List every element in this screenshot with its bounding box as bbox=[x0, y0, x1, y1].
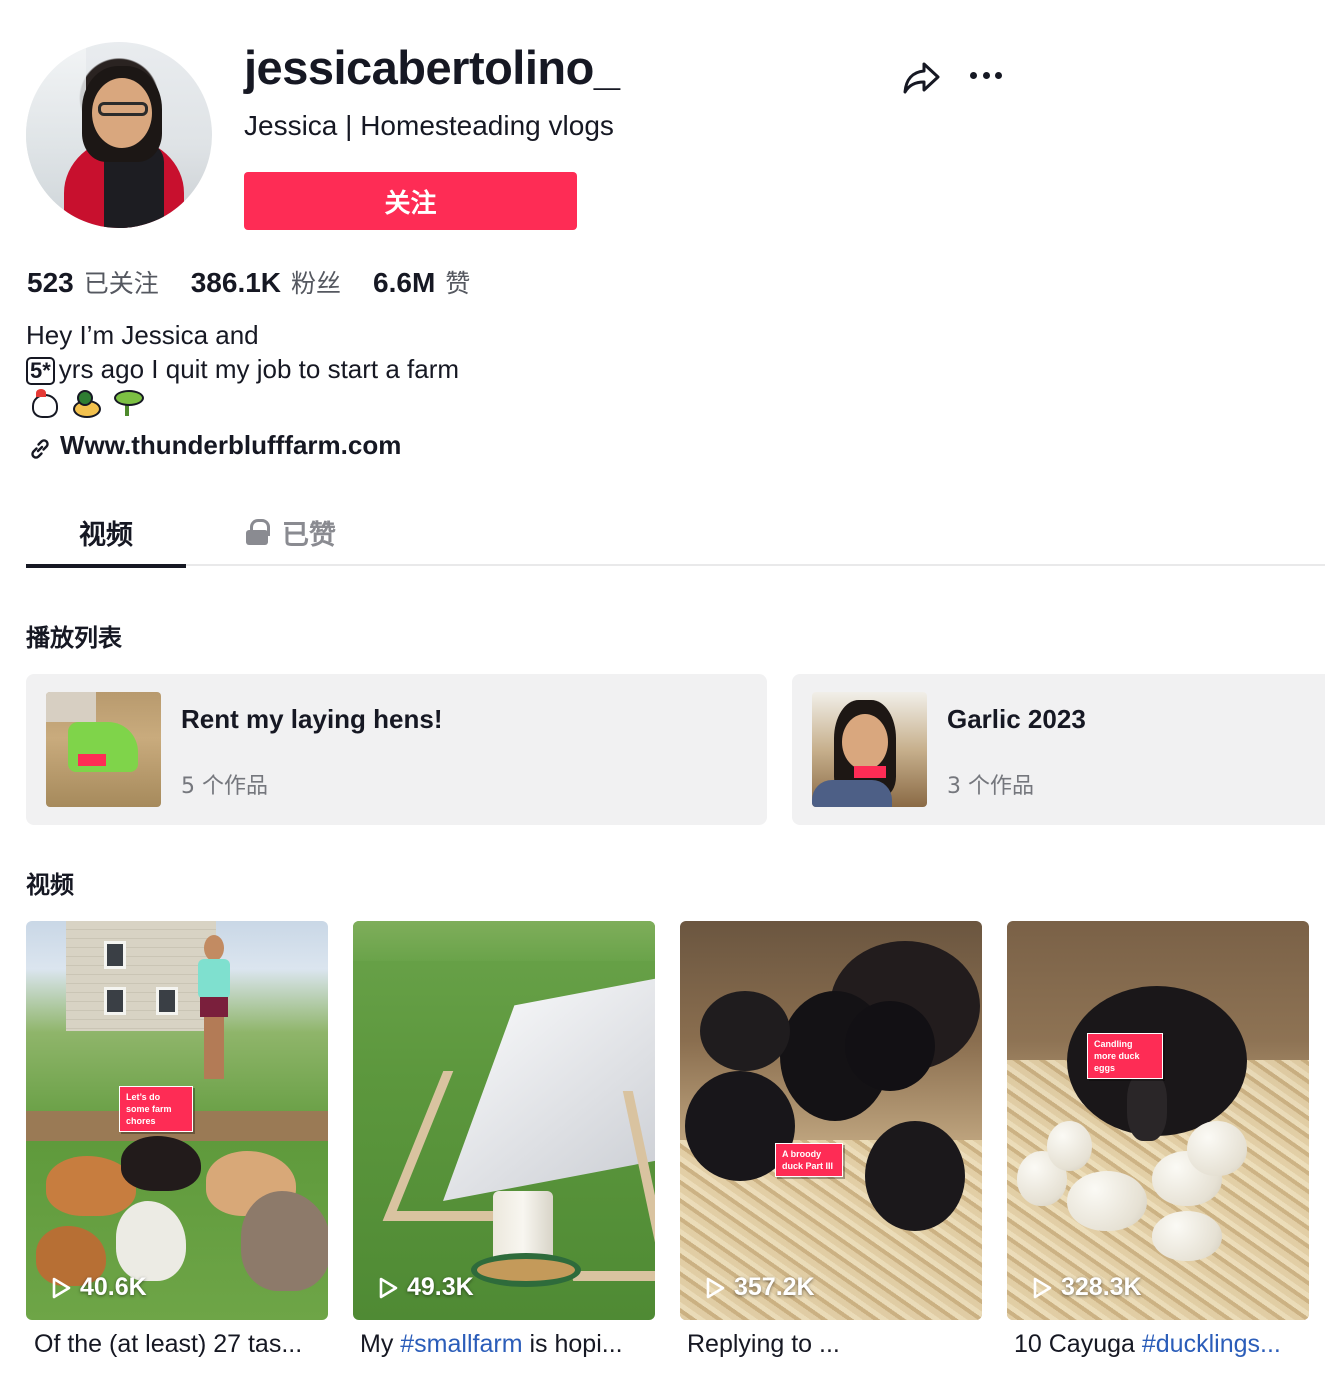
video-caption[interactable]: My #smallfarm is hopi... bbox=[360, 1330, 662, 1359]
video-caption[interactable]: Replying to ... bbox=[687, 1330, 989, 1359]
profile-tabs: 视频 已赞 bbox=[26, 498, 1325, 568]
play-icon bbox=[1033, 1277, 1052, 1298]
view-count: 49.3K bbox=[377, 1273, 474, 1302]
profile-stats: 523 已关注 386.1K 粉丝 6.6M 赞 bbox=[27, 264, 502, 300]
play-icon bbox=[52, 1277, 71, 1298]
view-count: 40.6K bbox=[50, 1273, 147, 1302]
video-caption-text: My bbox=[360, 1330, 401, 1358]
following-label: 已关注 bbox=[83, 269, 159, 298]
share-icon[interactable] bbox=[902, 58, 942, 96]
playlist-title: Rent my laying hens! bbox=[181, 704, 443, 734]
more-options-icon[interactable] bbox=[966, 60, 1006, 90]
playlist-count: 5 个作品 bbox=[181, 774, 268, 799]
tab-videos[interactable]: 视频 bbox=[26, 498, 186, 568]
video-caption-text: 10 Cayuga bbox=[1014, 1330, 1142, 1358]
playlists-heading: 播放列表 bbox=[26, 624, 122, 652]
hashtag-link[interactable]: #smallfarm bbox=[400, 1330, 522, 1358]
link-text: Www.thunderblufffarm.com bbox=[60, 430, 402, 460]
followers-label: 粉丝 bbox=[291, 269, 342, 298]
view-count-text: 40.6K bbox=[80, 1273, 147, 1301]
video-thumbnail[interactable]: A broody duck Part III 357.2K bbox=[680, 921, 982, 1320]
tab-liked-label: 已赞 bbox=[282, 519, 336, 551]
view-count: 328.3K bbox=[1031, 1273, 1142, 1302]
following-count: 523 bbox=[27, 267, 74, 298]
lock-icon bbox=[246, 519, 270, 545]
following-stat[interactable]: 523 已关注 bbox=[27, 264, 159, 300]
video-thumbnail[interactable]: Let’s do some farm chores 40.6K bbox=[26, 921, 328, 1320]
chicken-icon bbox=[28, 388, 58, 418]
playlist-thumbnail bbox=[812, 692, 927, 807]
likes-count: 6.6M bbox=[373, 267, 436, 298]
bio-line-2-text: yrs ago I quit my job to start a farm bbox=[58, 354, 460, 384]
video-caption-text: Of the (at least) 27 tas... bbox=[34, 1330, 303, 1358]
bio: Hey I’m Jessica and 5* yrs ago I quit my … bbox=[26, 318, 459, 386]
video-thumbnail[interactable]: 49.3K bbox=[353, 921, 655, 1320]
likes-label: 赞 bbox=[445, 269, 471, 298]
link-icon bbox=[31, 438, 49, 459]
keycap-five: 5* bbox=[26, 357, 55, 385]
bio-link[interactable]: Www.thunderblufffarm.com bbox=[28, 430, 401, 461]
playlist-title: Garlic 2023 bbox=[947, 704, 1086, 734]
tab-liked[interactable]: 已赞 bbox=[236, 498, 346, 566]
video-caption[interactable]: Of the (at least) 27 tas... bbox=[34, 1330, 336, 1359]
followers-count: 386.1K bbox=[190, 267, 282, 298]
bio-line-1: Hey I’m Jessica and bbox=[26, 320, 259, 350]
video-overlay-text: A broody duck Part III bbox=[775, 1143, 843, 1177]
follow-button[interactable]: 关注 bbox=[244, 172, 577, 230]
playlist-card[interactable]: Garlic 2023 3 个作品 bbox=[792, 674, 1325, 825]
view-count: 357.2K bbox=[704, 1273, 815, 1302]
video-thumbnail[interactable]: Candling more duck eggs 328.3K bbox=[1007, 921, 1309, 1320]
play-icon bbox=[379, 1277, 398, 1298]
video-overlay-text: Candling more duck eggs bbox=[1087, 1033, 1163, 1079]
nickname: Jessica | Homesteading vlogs bbox=[244, 110, 614, 141]
sprout-icon bbox=[112, 388, 144, 418]
avatar[interactable] bbox=[26, 42, 212, 228]
video-caption-text: is hopi... bbox=[522, 1330, 623, 1358]
hashtag-link[interactable]: #ducklings... bbox=[1142, 1330, 1281, 1358]
playlist-thumbnail bbox=[46, 692, 161, 807]
video-caption[interactable]: 10 Cayuga #ducklings... bbox=[1014, 1330, 1316, 1359]
view-count-text: 328.3K bbox=[1061, 1273, 1142, 1301]
followers-stat[interactable]: 386.1K 粉丝 bbox=[191, 264, 341, 300]
bio-line-2: 5* yrs ago I quit my job to start a farm bbox=[26, 352, 459, 386]
duck-icon bbox=[70, 388, 101, 418]
view-count-text: 357.2K bbox=[734, 1273, 815, 1301]
view-count-text: 49.3K bbox=[407, 1273, 474, 1301]
playlist-card[interactable]: Rent my laying hens! 5 个作品 bbox=[26, 674, 767, 825]
videos-heading: 视频 bbox=[26, 871, 74, 899]
username: jessicabertolino_ bbox=[244, 41, 620, 94]
likes-stat: 6.6M 赞 bbox=[373, 264, 470, 300]
bio-emojis bbox=[28, 388, 144, 418]
video-caption-text: Replying to ... bbox=[687, 1330, 840, 1358]
video-overlay-text: Let’s do some farm chores bbox=[119, 1086, 193, 1132]
playlist-count: 3 个作品 bbox=[947, 774, 1034, 799]
play-icon bbox=[706, 1277, 725, 1298]
tab-videos-label: 视频 bbox=[79, 519, 133, 551]
